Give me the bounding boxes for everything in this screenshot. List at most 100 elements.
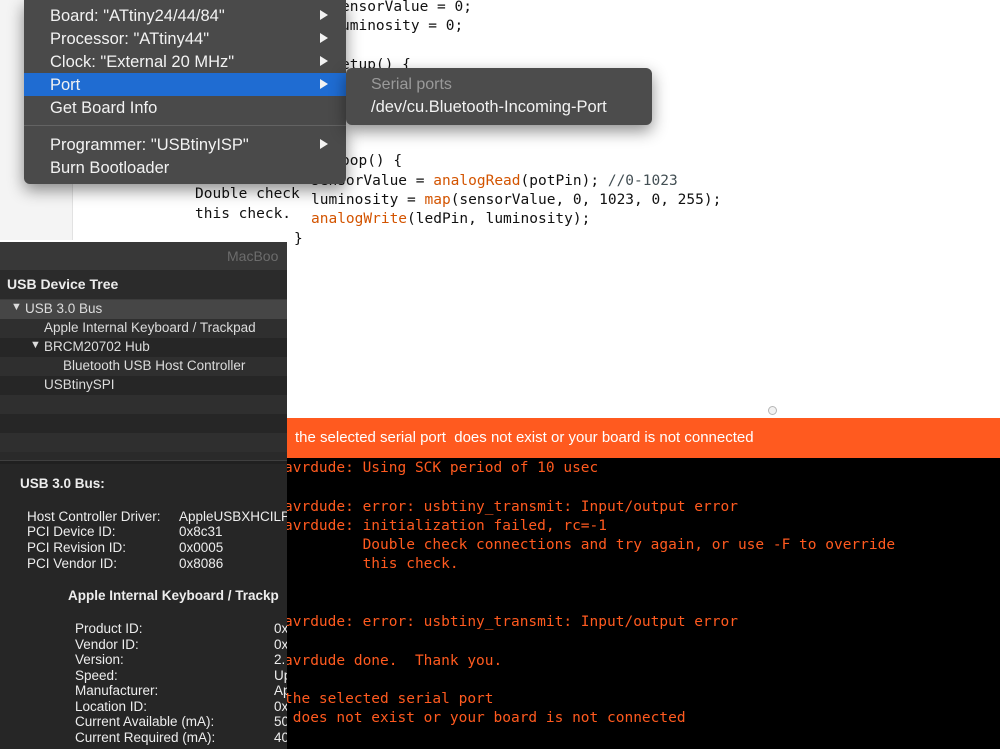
console-line: Double check connections and try again, … xyxy=(284,537,896,553)
submenu-arrow-icon xyxy=(320,56,328,66)
code-line: luminosity = map(sensorValue, 0, 1023, 0… xyxy=(311,191,721,210)
faded-code-line: Double check xyxy=(195,186,300,202)
code-line: sensorValue = analogRead(potPin); //0-10… xyxy=(311,172,678,191)
console-line: this check. xyxy=(284,556,459,572)
prop-label: Host Controller Driver: xyxy=(27,509,161,524)
prop-value: 2. xyxy=(274,652,286,667)
console-line: avrdude: error: usbtiny_transmit: Input/… xyxy=(284,499,738,515)
menu-item-get-board-info[interactable]: Get Board Info xyxy=(24,96,346,119)
serial-ports-header: Serial ports xyxy=(371,76,452,93)
code-line: analogWrite(ledPin, luminosity); xyxy=(311,210,590,229)
code-token: } xyxy=(294,231,303,247)
code-token: (potPin); xyxy=(520,173,608,189)
submenu-arrow-icon xyxy=(320,79,328,89)
menu-item-label: Processor: "ATtiny44" xyxy=(50,30,210,48)
splitter-handle[interactable] xyxy=(768,406,777,415)
tree-row-label: USB 3.0 Bus xyxy=(25,301,103,316)
tree-row-empty xyxy=(0,414,287,433)
code-line: uminosity = 0; xyxy=(341,17,463,36)
device-subtitle: Apple Internal Keyboard / Trackp xyxy=(68,588,279,603)
prop-label: Version: xyxy=(75,652,124,667)
menu-item-processor[interactable]: Processor: "ATtiny44" xyxy=(24,27,346,50)
menu-item-label: Programmer: "USBtinyISP" xyxy=(50,136,249,154)
tree-row-empty xyxy=(0,433,287,452)
prop-value: Ap xyxy=(274,683,287,698)
menu-item-burn-bootloader[interactable]: Burn Bootloader xyxy=(24,156,346,179)
menu-item-label: Clock: "External 20 MHz" xyxy=(50,53,235,71)
menu-item-programmer[interactable]: Programmer: "USBtinyISP" xyxy=(24,133,346,156)
tree-row-usbtinyspi[interactable]: USBtinySPI xyxy=(0,376,287,395)
tree-row-brcm-hub[interactable]: ▼ BRCM20702 Hub xyxy=(0,338,287,357)
prop-label: Manufacturer: xyxy=(75,683,159,698)
code-line: ensorValue = 0; xyxy=(341,0,472,17)
prop-value: 0x8c31 xyxy=(179,524,223,539)
code-line: } xyxy=(294,230,303,249)
device-detail-pane: USB 3.0 Bus: Host Controller Driver: App… xyxy=(0,464,287,749)
menu-item-label: Board: "ATtiny24/44/84" xyxy=(50,7,225,25)
code-token: oop() { xyxy=(341,153,403,169)
detail-title: USB 3.0 Bus: xyxy=(20,476,105,491)
submenu-arrow-icon xyxy=(320,139,328,149)
disclosure-triangle-icon[interactable]: ▼ xyxy=(30,339,41,351)
error-banner-text: the selected serial port does not exist … xyxy=(295,429,754,446)
prop-value: 40 xyxy=(274,730,287,745)
tree-row-empty xyxy=(0,395,287,414)
tree-row-usb-3-bus[interactable]: ▼ USB 3.0 Bus xyxy=(0,300,287,319)
menu-separator xyxy=(24,125,346,126)
prop-value: 0x8086 xyxy=(179,556,224,571)
console-line: avrdude: initialization failed, rc=-1 xyxy=(284,518,608,534)
prop-value: 0x xyxy=(274,699,287,714)
tree-row-label: Apple Internal Keyboard / Trackpad xyxy=(44,320,256,335)
output-console[interactable]: avrdude: Using SCK period of 10 usec avr… xyxy=(284,458,1000,749)
port-submenu: Serial ports /dev/cu.Bluetooth-Incoming-… xyxy=(346,68,652,125)
menu-item-label: Port xyxy=(50,76,81,94)
code-token: (ledPin, luminosity); xyxy=(407,211,591,227)
console-line: the selected serial port xyxy=(284,691,494,707)
prop-value: AppleUSBXHCILP xyxy=(179,509,287,524)
menu-item-clock[interactable]: Clock: "External 20 MHz" xyxy=(24,50,346,73)
prop-label: Speed: xyxy=(75,668,118,683)
code-token: uminosity = 0; xyxy=(341,18,464,34)
tree-row-bluetooth-controller[interactable]: Bluetooth USB Host Controller xyxy=(0,357,287,376)
code-token: luminosity = xyxy=(311,192,425,208)
prop-label: Product ID: xyxy=(75,621,143,636)
code-token: (sensorValue, 0, 1023, 0, 255); xyxy=(450,192,722,208)
prop-value: 50 xyxy=(274,714,287,729)
prop-value: 0x xyxy=(274,637,287,652)
disclosure-triangle-icon[interactable]: ▼ xyxy=(11,301,22,313)
device-tree-title: USB Device Tree xyxy=(7,276,119,292)
system-information-window: MacBoo USB Device Tree ▼ USB 3.0 Bus App… xyxy=(0,242,287,749)
submenu-arrow-icon xyxy=(320,10,328,20)
tree-row-apple-keyboard[interactable]: Apple Internal Keyboard / Trackpad xyxy=(0,319,287,338)
prop-value: 0x0005 xyxy=(179,540,224,555)
prop-value: 0x xyxy=(274,621,287,636)
prop-label: Location ID: xyxy=(75,699,148,714)
window-titlebar[interactable]: MacBoo xyxy=(0,242,287,270)
error-banner: the selected serial port does not exist … xyxy=(287,418,1000,458)
tree-row-label: Bluetooth USB Host Controller xyxy=(63,358,246,373)
code-token: analogRead xyxy=(433,173,521,189)
code-token: //0-1023 xyxy=(607,173,678,189)
menu-item-board[interactable]: Board: "ATtiny24/44/84" xyxy=(24,4,346,27)
code-token: analogWrite xyxy=(311,211,408,227)
tree-row-label: USBtinySPI xyxy=(44,377,115,392)
tools-menu: Board: "ATtiny24/44/84" Processor: "ATti… xyxy=(24,0,346,184)
console-line: avrdude: error: usbtiny_transmit: Input/… xyxy=(284,614,738,630)
code-token: ensorValue = 0; xyxy=(341,0,472,15)
window-title: MacBoo xyxy=(227,248,279,264)
console-line: avrdude: Using SCK period of 10 usec xyxy=(284,460,599,476)
code-line: oop() { xyxy=(341,152,402,171)
device-tree-header: USB Device Tree xyxy=(0,270,287,300)
menu-item-port[interactable]: Port xyxy=(24,73,346,96)
prop-label: PCI Revision ID: xyxy=(27,540,127,555)
console-line: does not exist or your board is not conn… xyxy=(284,710,686,726)
menu-item-label: Get Board Info xyxy=(50,99,158,117)
port-option[interactable]: /dev/cu.Bluetooth-Incoming-Port xyxy=(371,98,607,117)
prop-label: Vendor ID: xyxy=(75,637,139,652)
prop-label: PCI Device ID: xyxy=(27,524,116,539)
prop-label: Current Required (mA): xyxy=(75,730,216,745)
prop-value: Up xyxy=(274,668,287,683)
faded-code-line: this check. xyxy=(195,206,292,222)
menu-item-label: Burn Bootloader xyxy=(50,159,170,177)
prop-label: PCI Vendor ID: xyxy=(27,556,118,571)
